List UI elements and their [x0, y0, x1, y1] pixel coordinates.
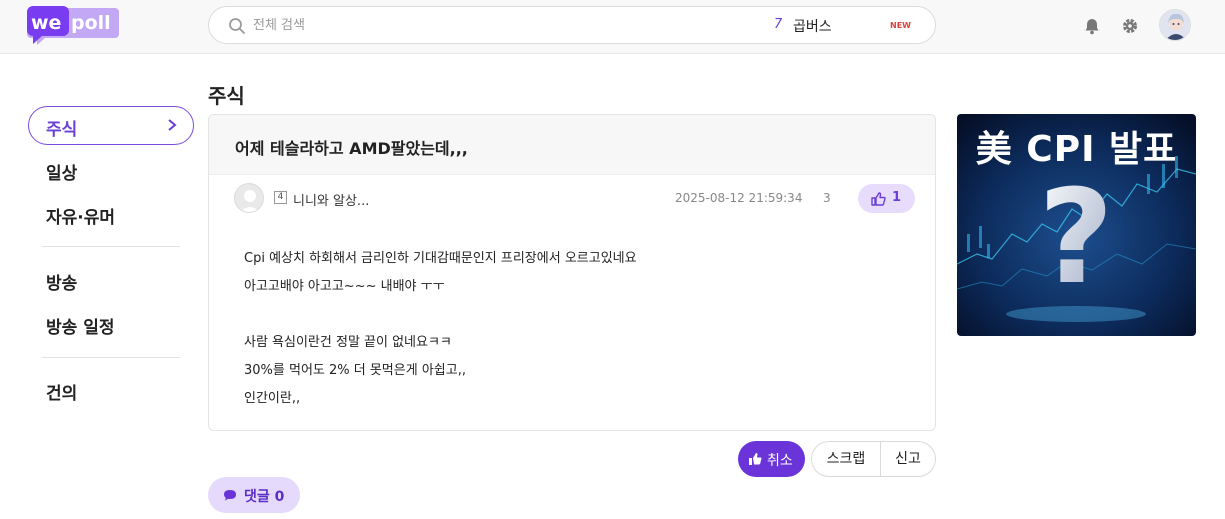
user-avatar[interactable]: [1159, 9, 1191, 41]
trending-rank[interactable]: 7: [774, 17, 782, 32]
author-name[interactable]: 니니와 알상...: [293, 190, 369, 209]
sidebar-item-free-humor[interactable]: 자유·유머: [46, 203, 115, 228]
search-icon: [229, 18, 245, 34]
page-title: 주식: [208, 84, 245, 108]
post-header: 어제 테슬라하고 AMD팔았는데,,,: [209, 115, 935, 175]
avatar-image: [1160, 10, 1190, 40]
post-title: 어제 테슬라하고 AMD팔았는데,,,: [235, 139, 468, 158]
like-cancel-button[interactable]: 취소: [738, 441, 805, 477]
trending-keyword[interactable]: 곱버스: [793, 16, 832, 36]
report-button[interactable]: 신고: [881, 442, 935, 476]
scrap-button[interactable]: 스크랩: [812, 442, 881, 476]
comment-text: 댓글: [244, 489, 270, 505]
sidebar-item-suggestions[interactable]: 건의: [46, 379, 77, 404]
post-body-line: 사람 욕심이란건 정말 끝이 없네요ㅋㅋ: [244, 335, 452, 350]
gear-icon[interactable]: [1121, 17, 1139, 35]
view-count: 3: [823, 191, 831, 205]
post-card: 어제 테슬라하고 AMD팔았는데,,, 4 니니와 알상... 2025-08-…: [208, 114, 936, 431]
post-date: 2025-08-12 21:59:34: [675, 191, 803, 205]
wepoll-logo[interactable]: we poll: [27, 6, 119, 46]
sidebar-item-daily[interactable]: 일상: [46, 159, 77, 184]
svg-text:?: ?: [1038, 161, 1113, 313]
sidebar-item-stocks[interactable]: 주식: [28, 106, 194, 145]
search-bar[interactable]: 7 곱버스 NEW: [208, 6, 936, 44]
comment-count: 0: [274, 489, 285, 505]
like-button[interactable]: 1: [858, 184, 915, 213]
cancel-label: 취소: [767, 453, 793, 469]
chevron-right-icon: [168, 119, 177, 131]
comment-icon: [224, 490, 236, 501]
author-level-badge: 4: [274, 191, 287, 204]
sidebar-item-broadcast-schedule[interactable]: 방송 일정: [46, 313, 114, 338]
post-body-line: 30%를 먹어도 2% 더 못먹은게 아쉽고,,: [244, 363, 466, 378]
post-body-line: 인간이란,,: [244, 391, 301, 406]
post-thumbnail[interactable]: ? 美 CPI 발표: [957, 114, 1196, 336]
top-header: we poll 7 곱버스 NEW: [0, 0, 1225, 54]
like-count: 1: [892, 190, 902, 205]
post-body-line: 아고고배야 아고고~~~ 내배야 ㅜㅜ: [244, 279, 445, 294]
author-avatar[interactable]: [234, 183, 264, 213]
sidebar-item-label: 주식: [46, 120, 78, 140]
post-body-line: Cpi 예상치 하회해서 금리인하 기대감때문인지 프리장에서 오르고있네요: [244, 251, 637, 266]
new-badge: NEW: [890, 21, 911, 30]
comment-button[interactable]: 댓글 0: [208, 477, 300, 513]
sidebar-divider: [42, 357, 180, 358]
thumbs-up-icon: [871, 192, 886, 206]
thumbnail-caption: 美 CPI 발표: [975, 129, 1178, 170]
bell-icon[interactable]: [1083, 17, 1101, 35]
default-avatar-icon: [239, 190, 261, 212]
search-input[interactable]: [253, 15, 553, 35]
comment-label: 댓글 0: [244, 486, 284, 506]
post-action-group: 스크랩 신고: [811, 441, 936, 477]
sidebar-item-broadcast[interactable]: 방송: [46, 269, 77, 294]
sidebar-divider: [42, 246, 180, 247]
svg-text:poll: poll: [71, 12, 111, 34]
thumbs-up-icon: [749, 453, 762, 465]
svg-text:we: we: [31, 12, 61, 34]
